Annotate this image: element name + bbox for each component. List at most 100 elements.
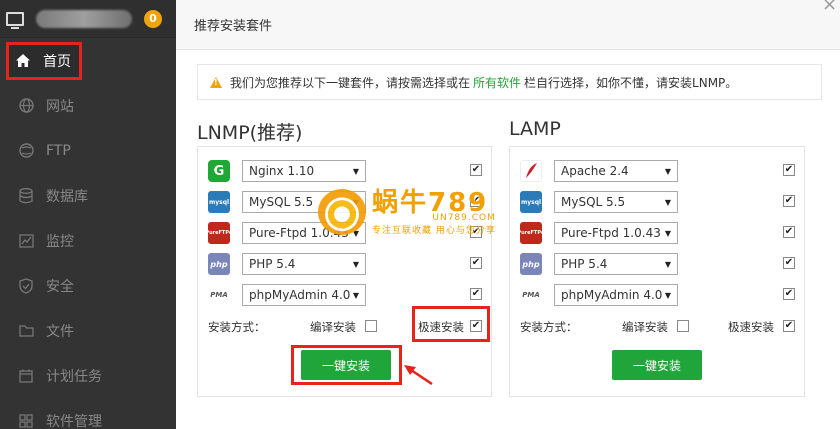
site-watermark: 蜗牛789 UN789.COM 专注互联收藏 用心与您分享 [318,188,548,236]
folder-icon [18,323,34,339]
notification-badge[interactable]: 0 [144,9,162,28]
nginx-logo-icon: G [208,160,230,182]
lnmp-row-php: php PHP 5.4 ▼ [208,252,366,276]
sidebar-item-home-highlight: 首页 [6,41,82,80]
pureftpd-logo-icon: PureFTPd [205,222,233,244]
database-icon [18,187,34,204]
sidebar-item-security[interactable]: 安全 [0,263,176,308]
dropdown-arrow-icon: ▼ [664,197,671,207]
dropdown-arrow-icon: ▼ [664,228,671,238]
fast-install-checkbox[interactable]: ✔ [783,320,795,332]
sidebar-item-monitor[interactable]: 监控 [0,218,176,263]
annotation-fast-install-highlight [412,306,490,342]
home-icon [15,53,31,69]
dropdown-arrow-icon: ▼ [352,166,359,176]
compile-install-label: 编译安装 [310,320,356,334]
sidebar-item-ftp[interactable]: FTP [0,128,176,173]
shield-icon [18,277,34,294]
php-version-select[interactable]: PHP 5.4 ▼ [242,253,366,275]
lnmp-row-nginx: G Nginx 1.10 ▼ [208,159,366,183]
compile-install-checkbox[interactable] [365,320,377,332]
php-logo-icon: php [208,253,230,275]
phpmyadmin-version-select[interactable]: phpMyAdmin 4.0 ▼ [242,284,366,306]
sidebar-header: 0 [0,0,176,38]
sidebar-item-label: 安全 [46,278,74,295]
lnmp-title: LNMP(推荐) [197,122,303,144]
globe-icon [18,98,34,114]
lnmp-row-phpmyadmin: PMA phpMyAdmin 4.0 ▼ [208,283,366,307]
select-value: phpMyAdmin 4.0 [249,288,351,302]
watermark-text: 蜗牛789 UN789.COM 专注互联收藏 用心与您分享 [372,189,496,236]
dropdown-arrow-icon: ▼ [664,290,671,300]
sidebar-item-label: 软件管理 [46,413,102,429]
mysql-logo-icon: mysql [208,191,230,213]
notice-text-after: 栏自行选择，如你不懂，请安装LNMP。 [524,75,738,90]
sidebar-item-cron[interactable]: 计划任务 [0,353,176,398]
phpmyadmin-checkbox[interactable]: ✔ [470,288,482,300]
dropdown-arrow-icon: ▼ [664,166,671,176]
php-checkbox[interactable]: ✔ [470,257,482,269]
app-icon [18,413,34,429]
recommend-notice: 我们为您推荐以下一键套件，请按需选择或在 所有软件 栏自行选择，如你不懂，请安装… [197,64,822,100]
sidebar: 0 首页 网站 FTP 数据库 监控 安全 文件 计划任务 软件管理 [0,0,176,429]
sidebar-menu: 首页 网站 FTP 数据库 监控 安全 文件 计划任务 软件管理 [0,38,176,429]
select-value: PHP 5.4 [561,257,608,271]
sidebar-item-files[interactable]: 文件 [0,308,176,353]
nginx-version-select[interactable]: Nginx 1.10 ▼ [242,160,366,182]
phpmyadmin-logo-icon: PMA [208,284,230,306]
dialog-title: 推荐安装套件 [194,19,273,34]
mysql-version-select[interactable]: MySQL 5.5 ▼ [554,191,678,213]
server-monitor-icon [6,11,24,29]
sidebar-item-label: 数据库 [46,188,88,205]
apache-checkbox[interactable]: ✔ [783,164,795,176]
install-method-label: 安装方式： [208,320,266,334]
compile-install-label: 编译安装 [622,320,668,334]
pureftpd-version-select[interactable]: Pure-Ftpd 1.0.43 ▼ [554,222,678,244]
phpmyadmin-version-select[interactable]: phpMyAdmin 4.0 ▼ [554,284,678,306]
phpmyadmin-logo-icon: PMA [520,284,542,306]
sidebar-item-home[interactable]: 首页 [0,38,176,83]
sidebar-item-website[interactable]: 网站 [0,83,176,128]
phpmyadmin-checkbox[interactable]: ✔ [783,288,795,300]
select-value: MySQL 5.5 [249,195,314,209]
mysql-checkbox[interactable]: ✔ [783,195,795,207]
annotation-arrow-icon [404,365,433,386]
sidebar-item-label: 计划任务 [46,368,102,385]
sidebar-item-database[interactable]: 数据库 [0,173,176,218]
select-value: MySQL 5.5 [561,195,626,209]
nginx-checkbox[interactable]: ✔ [470,164,482,176]
annotation-install-button-highlight [291,345,402,385]
blurred-server-name [36,9,132,28]
select-value: Pure-Ftpd 1.0.43 [561,226,661,240]
lamp-panel: Apache 2.4 ▼ ✔ mysql MySQL 5.5 ▼ ✔ PureFTP… [509,146,805,397]
select-value: Nginx 1.10 [249,164,315,178]
install-suite-dialog: 推荐安装套件 我们为您推荐以下一键套件，请按需选择或在 所有软件 栏自行选择，如… [176,0,840,429]
install-method-label: 安装方式： [520,320,578,334]
select-value: phpMyAdmin 4.0 [561,288,663,302]
sidebar-item-software[interactable]: 软件管理 [0,398,176,429]
lamp-title: LAMP [509,118,561,140]
php-checkbox[interactable]: ✔ [783,257,795,269]
sidebar-item-label: 监控 [46,233,74,250]
monitor-chart-icon [18,233,34,249]
php-version-select[interactable]: PHP 5.4 ▼ [554,253,678,275]
lamp-row-apache: Apache 2.4 ▼ [520,159,678,183]
fast-install-label: 极速安装 [728,320,774,334]
watermark-slogan: 专注互联收藏 用心与您分享 [372,225,496,236]
ftp-globe-icon [18,143,34,159]
dropdown-arrow-icon: ▼ [352,259,359,269]
calendar-icon [18,368,34,384]
notice-text-before: 我们为您推荐以下一键套件，请按需选择或在 [230,75,471,90]
dropdown-arrow-icon: ▼ [352,290,359,300]
sidebar-item-label: 首页 [43,53,71,70]
compile-install-checkbox[interactable] [677,320,689,332]
php-logo-icon: php [520,253,542,275]
close-icon[interactable]: × [822,0,837,15]
all-software-link[interactable]: 所有软件 [473,74,521,91]
lamp-row-php: php PHP 5.4 ▼ [520,252,678,276]
select-value: PHP 5.4 [249,257,296,271]
pureftpd-checkbox[interactable]: ✔ [783,226,795,238]
apache-version-select[interactable]: Apache 2.4 ▼ [554,160,678,182]
lamp-install-button[interactable]: 一键安装 [612,350,702,380]
select-value: Apache 2.4 [561,164,629,178]
